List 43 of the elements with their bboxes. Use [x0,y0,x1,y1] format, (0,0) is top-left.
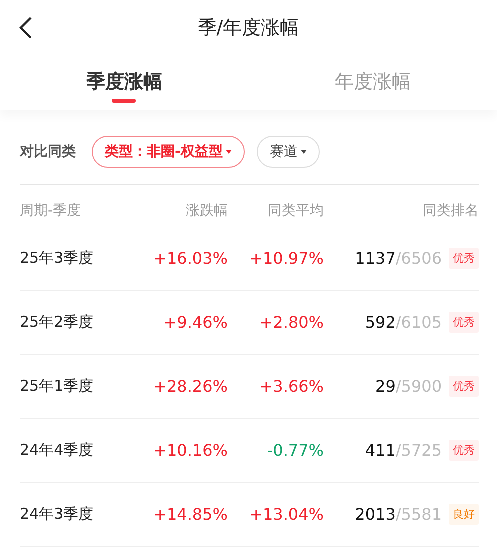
rank-total: /5581 [396,505,442,524]
column-header: 同类平均 [267,202,324,220]
caret-icon [300,150,307,154]
tab[interactable]: 季度涨幅 [86,69,162,95]
column-header: 同类排名 [422,202,479,220]
filter-chip[interactable]: 类型：非圈-权益型 [92,136,245,168]
rank-total: /6506 [396,249,442,268]
rating-tag: 良好 [449,504,479,525]
rank-value: 1137 [355,249,396,268]
rating-tag: 优秀 [449,312,479,333]
caret-icon [226,150,232,154]
rank-total: /5900 [396,377,442,396]
average-cell-text: +13.04% [248,505,324,524]
page-title: 季/年度涨幅 [198,16,300,40]
rank-value: 592 [365,313,396,332]
rank-value: 29 [376,377,396,396]
rank-value: 411 [365,441,396,460]
average-cell-text: -0.77% [266,441,324,460]
average-cell-text: +3.66% [258,377,324,396]
rank-total: /6105 [396,313,442,332]
rank-total: /5725 [396,441,442,460]
filter-label: 对比同类 [20,143,76,161]
column-header: 涨跌幅 [185,202,228,220]
change-cell-text: +28.26% [152,377,228,396]
rating-tag: 优秀 [449,440,479,461]
period-cell-text: 25年2季度 [20,313,95,332]
period-cell-text: 25年1季度 [20,377,95,396]
rating-tag: 优秀 [449,248,479,269]
filter-chip[interactable]: 赛道 [256,136,320,168]
rating-tag: 优秀 [449,376,479,397]
change-cell-text: +9.46% [162,313,228,332]
tab-indicator [112,99,136,103]
period-cell-text: 24年4季度 [20,441,95,460]
period-cell-text: 24年3季度 [20,505,95,524]
back-icon[interactable] [19,16,33,40]
rank-value: 2013 [355,505,396,524]
change-cell-text: +14.85% [152,505,228,524]
change-cell-text: +10.16% [152,441,228,460]
period-cell-text: 25年3季度 [20,249,95,268]
change-cell-text: +16.03% [152,249,228,268]
average-cell-text: +10.97% [248,249,324,268]
average-cell-text: +2.80% [258,313,324,332]
column-header: 周期-季度 [20,202,82,220]
